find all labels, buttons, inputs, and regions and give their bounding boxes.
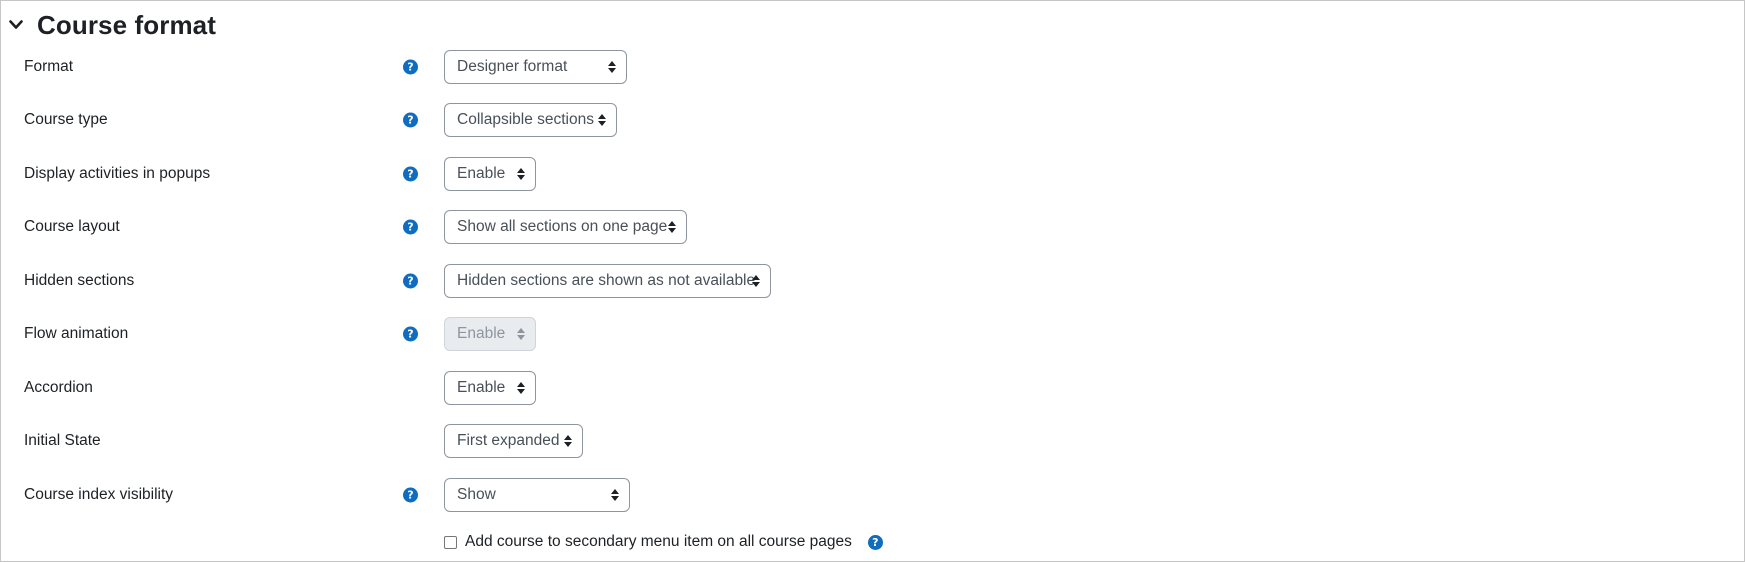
field-row-display-activities: Display activities in popups ? Enable — [1, 155, 1744, 193]
help-icon[interactable]: ? — [403, 487, 418, 503]
field-row-flow-animation: Flow animation ? Enable — [1, 315, 1744, 353]
field-row-initial-state: Initial State First expanded — [1, 422, 1744, 460]
select-value: Show all sections on one page — [457, 218, 668, 235]
help-icon[interactable]: ? — [403, 112, 418, 128]
select-caret-icon — [564, 435, 572, 447]
help-icon[interactable]: ? — [403, 273, 418, 289]
accordion-select[interactable]: Enable — [444, 371, 536, 405]
hidden-sections-select[interactable]: Hidden sections are shown as not availab… — [444, 264, 771, 298]
secondary-menu-checkbox-row: Add course to secondary menu item on all… — [444, 531, 883, 553]
course-index-visibility-select[interactable]: Show — [444, 478, 630, 512]
field-label: Hidden sections — [24, 272, 135, 289]
course-layout-select[interactable]: Show all sections on one page — [444, 210, 687, 244]
field-row-format: Format ? Designer format — [1, 48, 1744, 86]
checkbox-label[interactable]: Add course to secondary menu item on all… — [465, 533, 852, 551]
field-row-course-layout: Course layout ? Show all sections on one… — [1, 208, 1744, 246]
help-icon[interactable]: ? — [403, 219, 418, 235]
select-value: Enable — [457, 165, 506, 182]
initial-state-select[interactable]: First expanded — [444, 424, 583, 458]
select-value: Hidden sections are shown as not availab… — [457, 272, 756, 289]
select-value: Enable — [457, 379, 506, 396]
field-row-course-index-visibility: Course index visibility ? Show — [1, 476, 1744, 514]
field-label: Course type — [24, 111, 108, 128]
field-row-accordion: Accordion Enable — [1, 369, 1744, 407]
field-label: Accordion — [24, 379, 93, 396]
section-header[interactable]: Course format — [7, 7, 216, 43]
display-activities-select[interactable]: Enable — [444, 157, 536, 191]
select-value: Show — [457, 486, 496, 503]
select-caret-icon — [752, 275, 760, 287]
help-icon[interactable]: ? — [867, 534, 883, 550]
format-select[interactable]: Designer format — [444, 50, 627, 84]
field-label: Format — [24, 58, 74, 75]
select-value: Enable — [457, 325, 506, 342]
select-caret-icon — [598, 114, 606, 126]
select-value: Designer format — [457, 58, 568, 75]
select-caret-icon — [517, 328, 525, 340]
field-row-course-type: Course type ? Collapsible sections — [1, 101, 1744, 139]
select-value: First expanded — [457, 432, 560, 449]
select-caret-icon — [608, 61, 616, 73]
chevron-down-icon[interactable] — [7, 16, 25, 34]
select-caret-icon — [668, 221, 676, 233]
field-label: Course index visibility — [24, 486, 174, 503]
section-title: Course format — [37, 9, 216, 40]
select-value: Collapsible sections — [457, 111, 594, 128]
course-type-select[interactable]: Collapsible sections — [444, 103, 617, 137]
help-icon[interactable]: ? — [403, 59, 418, 75]
select-caret-icon — [517, 168, 525, 180]
help-icon[interactable]: ? — [403, 166, 418, 182]
field-label: Flow animation — [24, 325, 129, 342]
course-format-panel: Course format Format ? Designer format C… — [0, 0, 1745, 562]
field-label: Display activities in popups — [24, 165, 211, 182]
select-caret-icon — [517, 382, 525, 394]
flow-animation-select: Enable — [444, 317, 536, 351]
field-row-hidden-sections: Hidden sections ? Hidden sections are sh… — [1, 262, 1744, 300]
select-caret-icon — [611, 489, 619, 501]
secondary-menu-checkbox[interactable] — [444, 535, 457, 549]
field-label: Course layout — [24, 218, 120, 235]
help-icon[interactable]: ? — [403, 326, 418, 342]
field-label: Initial State — [24, 432, 101, 449]
